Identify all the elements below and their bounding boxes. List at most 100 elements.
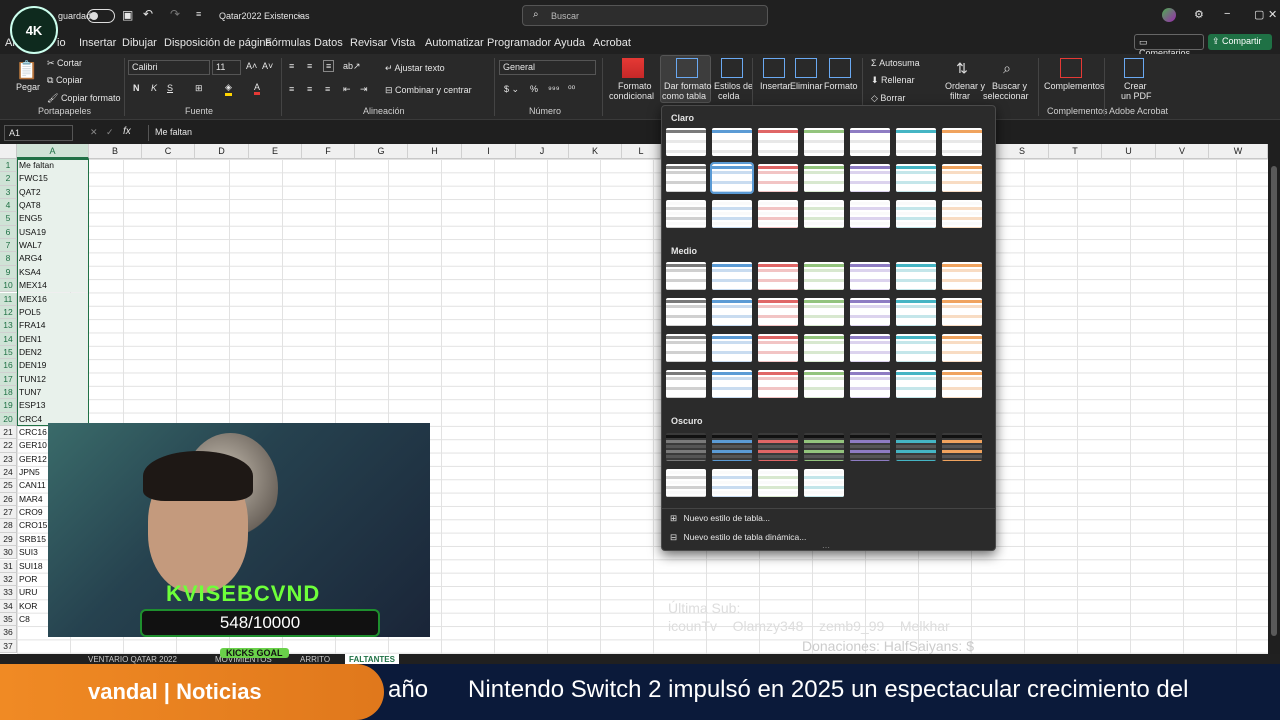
vertical-scrollbar[interactable]: [1268, 156, 1280, 654]
comments-button[interactable]: ▭ Comentarios: [1134, 34, 1204, 58]
table-style-swatch[interactable]: [804, 262, 844, 290]
table-style-swatch[interactable]: [804, 200, 844, 228]
row-header[interactable]: 32: [0, 572, 17, 587]
settings-icon[interactable]: ⚙: [1194, 8, 1204, 21]
row-header[interactable]: 27: [0, 506, 17, 520]
share-button[interactable]: ⇪ Compartir: [1208, 34, 1272, 50]
row-header[interactable]: 30: [0, 546, 17, 560]
find-select-button[interactable]: Buscar y: [992, 81, 1027, 91]
table-style-swatch[interactable]: [666, 334, 706, 362]
increase-font-icon[interactable]: A˄: [246, 61, 257, 71]
clear-button[interactable]: ◇ Borrar: [871, 93, 905, 104]
new-pivot-style-item[interactable]: ⊟ Nuevo estilo de tabla dinámica...: [670, 532, 806, 543]
indent-decrease-icon[interactable]: ⇤: [343, 84, 351, 95]
enter-icon[interactable]: ✓: [106, 127, 114, 138]
table-style-swatch[interactable]: [804, 334, 844, 362]
column-header-g[interactable]: G: [355, 144, 408, 159]
font-size-select[interactable]: 11: [212, 60, 241, 75]
table-style-swatch[interactable]: [942, 298, 982, 326]
column-header-d[interactable]: D: [195, 144, 249, 159]
column-header-k[interactable]: K: [569, 144, 622, 159]
indent-increase-icon[interactable]: ⇥: [360, 84, 368, 95]
row-header[interactable]: 18: [0, 385, 17, 400]
row-header[interactable]: 10: [0, 279, 17, 293]
resize-handle-icon[interactable]: ⋯: [822, 543, 830, 552]
table-style-swatch[interactable]: [666, 128, 706, 156]
comma-icon[interactable]: ⁹⁹⁹: [548, 84, 560, 94]
column-header-t[interactable]: T: [1049, 144, 1102, 159]
table-style-swatch[interactable]: [712, 298, 752, 326]
redo-icon[interactable]: ↷: [170, 7, 180, 21]
row-header[interactable]: 1: [0, 159, 17, 173]
row-header[interactable]: 33: [0, 586, 17, 600]
copy-button[interactable]: ⧉ Copiar: [47, 75, 82, 86]
row-header[interactable]: 26: [0, 492, 17, 507]
table-style-swatch[interactable]: [942, 370, 982, 398]
align-bottom-icon[interactable]: ≡: [323, 60, 335, 72]
tab-developer[interactable]: Programador: [487, 37, 551, 49]
table-style-swatch[interactable]: [758, 334, 798, 362]
table-style-swatch[interactable]: [758, 370, 798, 398]
table-style-swatch[interactable]: [804, 298, 844, 326]
select-all-corner[interactable]: [0, 144, 17, 159]
delete-cells-button[interactable]: Eliminar: [790, 81, 823, 91]
table-style-swatch[interactable]: [712, 370, 752, 398]
row-header[interactable]: 5: [0, 212, 17, 226]
tab-page-layout[interactable]: Disposición de página: [164, 37, 272, 49]
minimize-icon[interactable]: −: [1224, 8, 1230, 20]
table-style-swatch[interactable]: [850, 164, 890, 192]
table-style-swatch[interactable]: [758, 469, 798, 497]
paste-icon[interactable]: 📋: [16, 58, 38, 82]
row-header[interactable]: 3: [0, 185, 17, 200]
sort-filter-button[interactable]: Ordenar y: [945, 81, 985, 91]
cancel-icon[interactable]: ✕: [90, 127, 98, 138]
fill-button[interactable]: ⬇ Rellenar: [871, 75, 915, 86]
autosum-button[interactable]: Σ Autosuma: [871, 58, 920, 68]
tab-view[interactable]: Vista: [391, 37, 415, 49]
table-style-swatch[interactable]: [942, 433, 982, 461]
table-style-swatch[interactable]: [850, 433, 890, 461]
insert-function-button[interactable]: fx: [123, 126, 131, 137]
table-style-swatch[interactable]: [896, 164, 936, 192]
row-header[interactable]: 20: [0, 412, 17, 426]
column-header-v[interactable]: V: [1156, 144, 1209, 159]
table-style-swatch[interactable]: [712, 334, 752, 362]
column-header-i[interactable]: I: [462, 144, 516, 159]
align-center-icon[interactable]: ≡: [307, 84, 312, 94]
row-header[interactable]: 25: [0, 479, 17, 493]
table-style-swatch[interactable]: [712, 433, 752, 461]
table-style-swatch[interactable]: [942, 200, 982, 228]
table-style-swatch[interactable]: [850, 298, 890, 326]
column-header-b[interactable]: B: [89, 144, 142, 159]
table-style-swatch[interactable]: [896, 262, 936, 290]
tab-review[interactable]: Revisar: [350, 37, 387, 49]
column-header-c[interactable]: C: [142, 144, 195, 159]
decimal-icon[interactable]: ⁰⁰: [568, 84, 575, 95]
cell-a[interactable]: [17, 640, 89, 653]
tab-formulas[interactable]: Fórmulas: [265, 37, 311, 49]
align-right-icon[interactable]: ≡: [325, 84, 330, 94]
row-header[interactable]: 16: [0, 359, 17, 373]
table-style-swatch[interactable]: [942, 164, 982, 192]
row-header[interactable]: 21: [0, 426, 17, 440]
font-color-icon[interactable]: A: [254, 82, 261, 95]
table-style-swatch[interactable]: [942, 262, 982, 290]
merge-center-button[interactable]: ⊟ Combinar y centrar: [385, 85, 472, 96]
table-style-swatch[interactable]: [712, 200, 752, 228]
currency-icon[interactable]: $ ⌄: [504, 84, 519, 95]
save-icon[interactable]: ▣: [122, 8, 133, 22]
table-style-swatch[interactable]: [850, 128, 890, 156]
conditional-format-button[interactable]: Formato: [618, 81, 652, 91]
tab-draw[interactable]: Dibujar: [122, 37, 157, 49]
insert-cells-button[interactable]: Insertar: [760, 81, 791, 91]
row-header[interactable]: 4: [0, 199, 17, 213]
row-header[interactable]: 35: [0, 612, 17, 627]
table-style-swatch[interactable]: [666, 433, 706, 461]
copilot-icon[interactable]: [1162, 8, 1176, 22]
table-style-swatch[interactable]: [942, 334, 982, 362]
table-style-swatch[interactable]: [896, 298, 936, 326]
table-style-swatch[interactable]: [758, 128, 798, 156]
orientation-icon[interactable]: ab↗: [343, 61, 361, 72]
row-header[interactable]: 37: [0, 639, 17, 653]
autosave-toggle[interactable]: [87, 9, 115, 23]
